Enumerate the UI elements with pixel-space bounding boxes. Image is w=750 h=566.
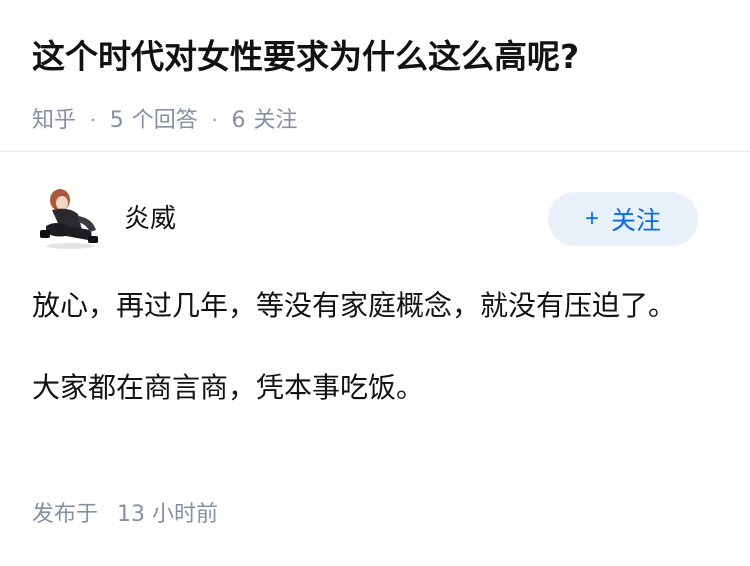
separator-dot: ·: [211, 110, 218, 131]
divider: [0, 151, 750, 152]
avatar-illustration-icon: [38, 186, 104, 252]
author-name[interactable]: 炎威: [124, 202, 176, 236]
avatar[interactable]: [38, 186, 104, 252]
answer-timestamp: 发布于 13 小时前: [32, 500, 218, 530]
answer-body: 放心，再过几年，等没有家庭概念，就没有压迫了。 大家都在商言商，凭本事吃饭。: [32, 282, 682, 446]
publish-time: 13 小时前: [117, 502, 219, 527]
separator-dot: ·: [90, 110, 96, 131]
question-meta: 知乎 · 5 个回答 · 6 关注: [32, 106, 718, 136]
answer-paragraph: 大家都在商言商，凭本事吃饭。: [32, 371, 425, 404]
author-row: 炎威 + 关注: [32, 186, 698, 256]
follow-button-label: 关注: [611, 207, 662, 235]
follower-count-label: 关注: [253, 108, 298, 133]
question-title[interactable]: 这个时代对女性要求为什么这么高呢?: [32, 34, 718, 80]
answer-count: 5: [109, 108, 124, 133]
follow-button[interactable]: + 关注: [548, 192, 698, 246]
publish-label: 发布于: [32, 502, 99, 527]
follower-count: 6: [231, 108, 246, 133]
answer-paragraph: 放心，再过几年，等没有家庭概念，就没有压迫了。: [32, 289, 677, 322]
question-header: 这个时代对女性要求为什么这么高呢? 知乎 · 5 个回答 · 6 关注: [32, 34, 718, 136]
zhihu-answer-page: 这个时代对女性要求为什么这么高呢? 知乎 · 5 个回答 · 6 关注 炎威 +…: [0, 0, 750, 566]
source-label: 知乎: [32, 108, 77, 133]
plus-icon: +: [584, 205, 599, 232]
answer-count-label: 个回答: [131, 108, 198, 133]
